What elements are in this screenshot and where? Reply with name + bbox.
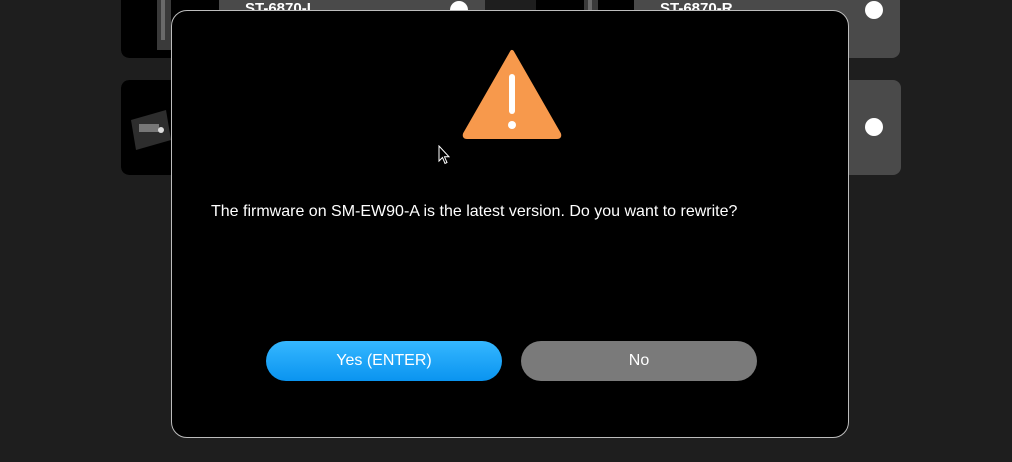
warning-triangle-icon [462, 50, 562, 139]
no-button[interactable]: No [521, 341, 757, 381]
dialog-message: The firmware on SM-EW90-A is the latest … [211, 203, 738, 220]
mouse-cursor-icon [438, 145, 450, 165]
device-radio-button[interactable] [865, 118, 883, 136]
app-window: ST-6870-L ST-6870-R The firmware on SM-E… [0, 0, 1012, 462]
yes-button[interactable]: Yes (ENTER) [266, 341, 502, 381]
firmware-confirm-dialog: The firmware on SM-EW90-A is the latest … [171, 10, 849, 438]
device-radio-button[interactable] [865, 1, 883, 19]
